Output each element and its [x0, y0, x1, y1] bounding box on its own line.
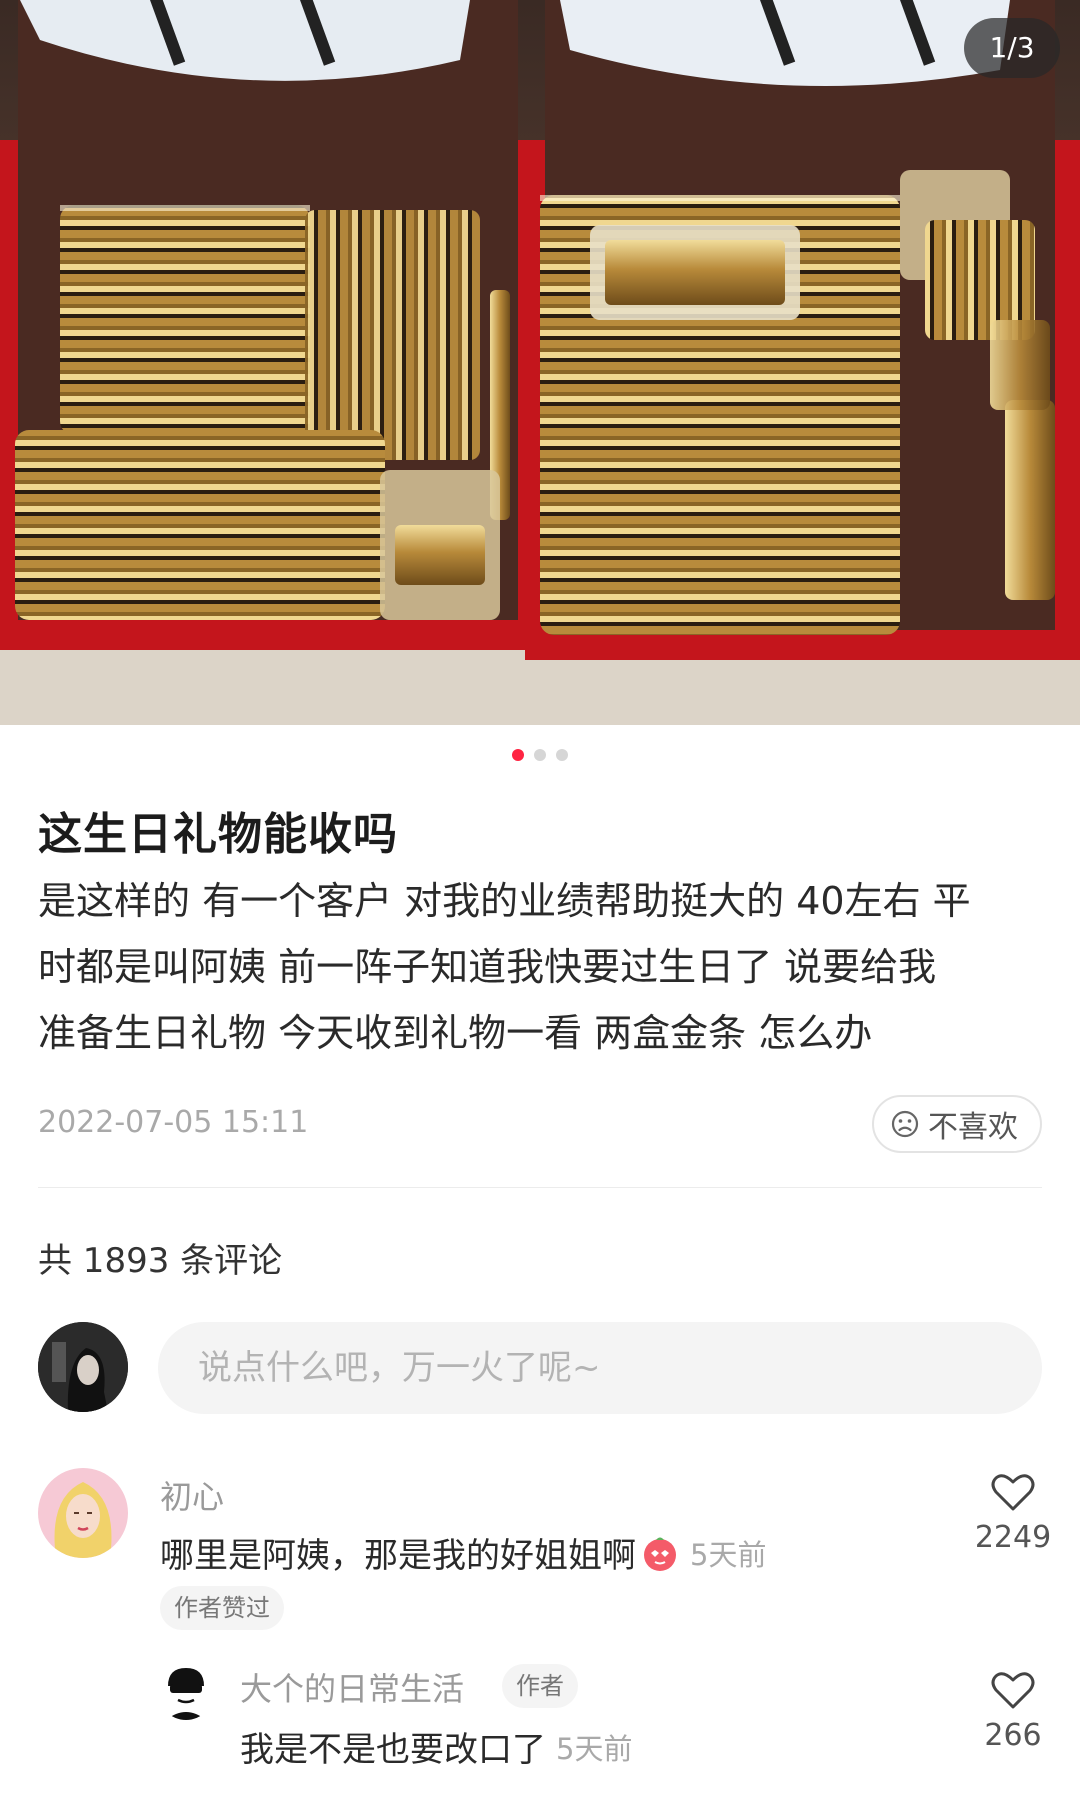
avatar[interactable] — [38, 1468, 128, 1558]
author-liked-badge: 作者赞过 — [160, 1586, 284, 1630]
heart-icon — [991, 1672, 1035, 1709]
blush-emoji-icon — [644, 1537, 676, 1571]
dislike-label: 不喜欢 — [928, 1110, 1018, 1145]
like-button[interactable]: 2249 — [958, 1472, 1068, 1555]
comment-author[interactable]: 初心 — [160, 1472, 224, 1518]
like-button[interactable]: 266 — [958, 1670, 1068, 1753]
comment-text: 哪里是阿姨，那是我的好姐姐啊 5天前 — [160, 1528, 766, 1577]
comment-input[interactable] — [158, 1322, 1042, 1414]
carousel-dot[interactable] — [512, 749, 524, 761]
gold-bars-image — [0, 0, 1080, 725]
dislike-button[interactable]: 不喜欢 — [872, 1095, 1042, 1153]
reply-author[interactable]: 大个的日常生活 — [240, 1664, 464, 1710]
avatar-image — [38, 1468, 128, 1558]
carousel-dot[interactable] — [534, 749, 546, 761]
carousel-dot[interactable] — [556, 749, 568, 761]
post-date: 2022-07-05 15:11 — [38, 1105, 309, 1140]
post-photo[interactable]: 1/3 — [0, 0, 1080, 725]
comment-count: 共 1893 条评论 — [38, 1241, 283, 1281]
reply-text-content: 我是不是也要改口了 — [240, 1730, 546, 1770]
avatar[interactable] — [38, 1322, 128, 1412]
reply-time: 5天前 — [556, 1731, 633, 1766]
avatar[interactable] — [158, 1664, 214, 1720]
image-page-counter: 1/3 — [964, 18, 1060, 78]
divider — [38, 1187, 1042, 1188]
reply-text: 我是不是也要改口了 5天前 — [240, 1722, 632, 1771]
heart-icon — [991, 1474, 1035, 1511]
post-body: 是这样的 有一个客户 对我的业绩帮助挺大的 40左右 平 时都是叫阿姨 前一阵子… — [38, 868, 1048, 1066]
post-body-line: 准备生日礼物 今天收到礼物一看 两盒金条 怎么办 — [38, 1011, 873, 1055]
comment-item: 初心 哪里是阿姨，那是我的好姐姐啊 5天前 作者赞过 2249 — [0, 1460, 1080, 1630]
like-count: 2249 — [974, 1520, 1052, 1555]
post-title: 这生日礼物能收吗 — [38, 809, 398, 860]
avatar-image — [38, 1322, 128, 1412]
author-tag: 作者 — [502, 1664, 578, 1708]
post-meta: 2022-07-05 15:11 不喜欢 — [38, 1095, 1042, 1155]
reply-item: 大个的日常生活 作者 我是不是也要改口了 5天前 266 — [0, 1658, 1080, 1788]
carousel-dots — [0, 749, 1080, 761]
sad-face-icon — [891, 1110, 919, 1138]
comment-compose — [38, 1322, 1042, 1414]
like-count: 266 — [984, 1718, 1042, 1753]
comment-text-content: 哪里是阿姨，那是我的好姐姐啊 — [160, 1536, 636, 1576]
post-body-line: 是这样的 有一个客户 对我的业绩帮助挺大的 40左右 平 — [38, 879, 971, 923]
post-body-line: 时都是叫阿姨 前一阵子知道我快要过生日了 说要给我 — [38, 945, 937, 989]
comment-time: 5天前 — [690, 1537, 767, 1572]
avatar-image — [158, 1664, 214, 1720]
